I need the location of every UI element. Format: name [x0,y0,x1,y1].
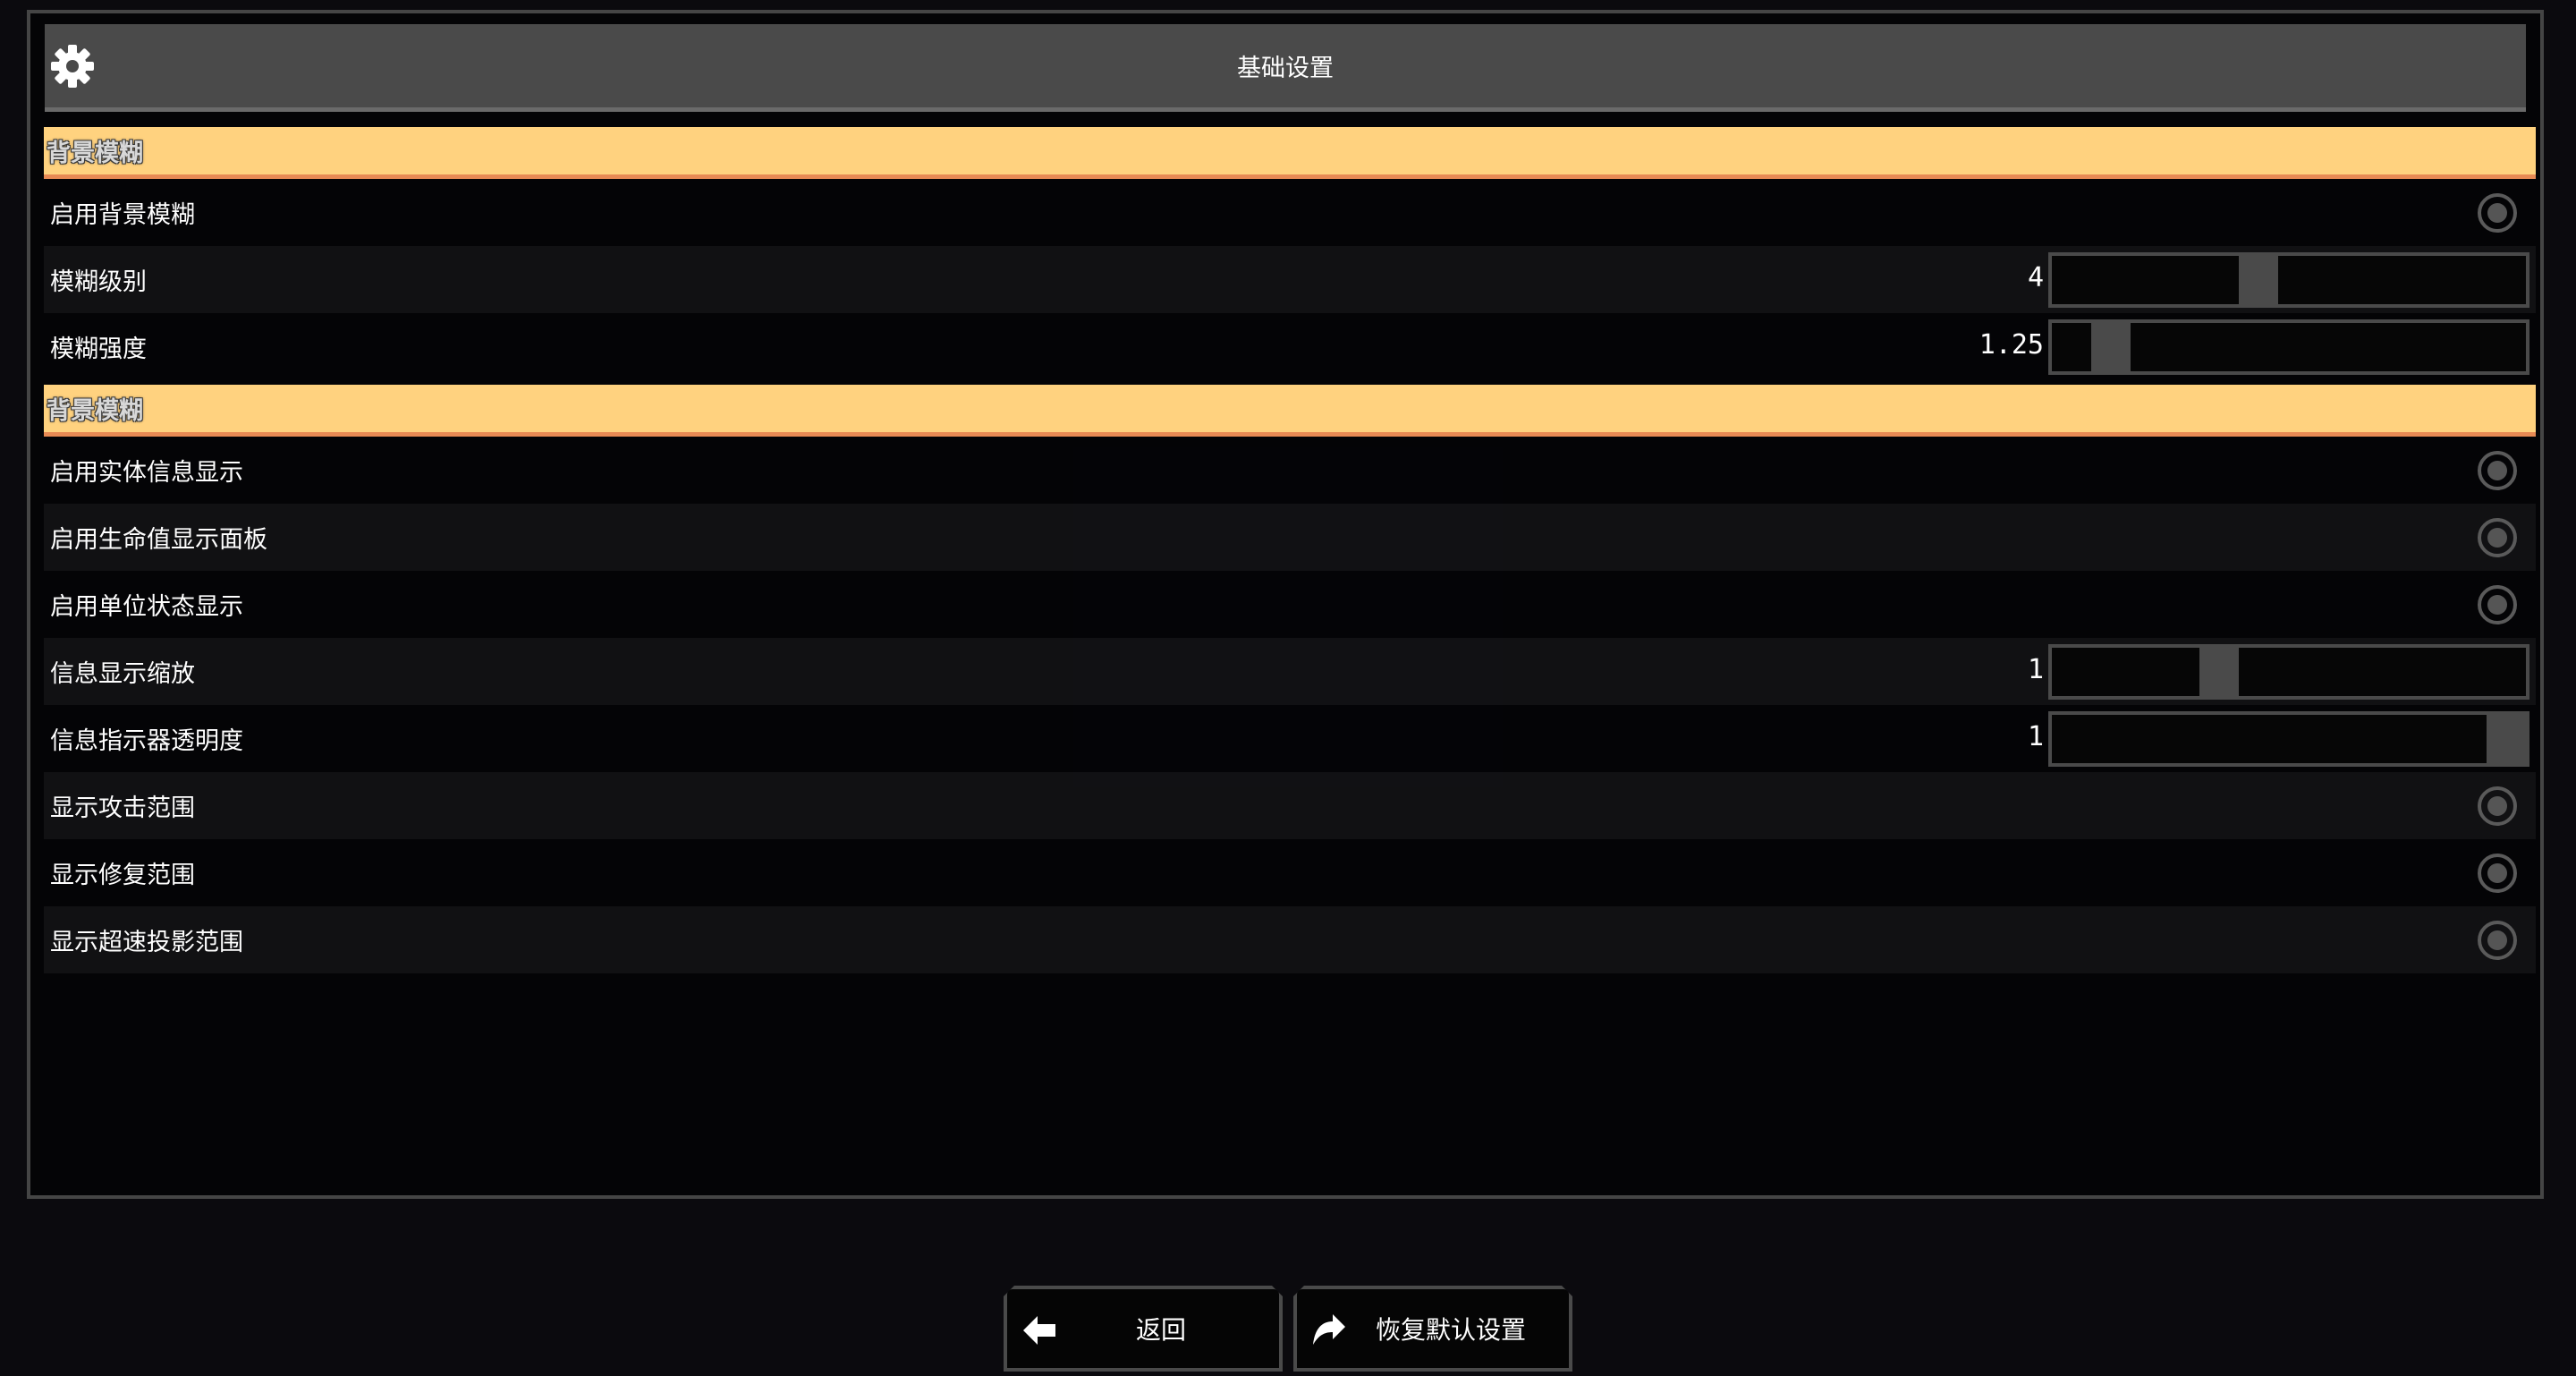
setting-row-indicator-opacity: 信息指示器透明度 1 [44,705,2536,772]
toggle-button[interactable] [2478,786,2517,826]
toggle-button[interactable] [2478,451,2517,490]
settings-header: 基础设置 [45,24,2526,112]
slider-knob[interactable] [2199,648,2239,696]
toggle-button[interactable] [2478,193,2517,233]
toggle-button[interactable] [2478,518,2517,557]
share-arrow-icon [1309,1311,1349,1350]
arrow-left-icon [1020,1311,1059,1350]
slider-value: 1 [2027,654,2044,685]
setting-row-enable-background-blur: 启用背景模糊 [44,179,2536,246]
reset-defaults-button[interactable]: 恢复默认设置 [1293,1286,1572,1372]
setting-row-overdrive-range: 显示超速投影范围 [44,906,2536,973]
toggle-indicator [2487,930,2507,950]
toggle-indicator [2487,528,2507,548]
toggle-indicator [2487,461,2507,480]
setting-row-blur-strength: 模糊强度 1.25 [44,313,2536,380]
toggle-indicator [2487,796,2507,816]
setting-label: 显示攻击范围 [50,794,195,822]
setting-label: 信息指示器透明度 [50,727,243,755]
toggle-button[interactable] [2478,585,2517,624]
setting-row-info-scale: 信息显示缩放 1 [44,638,2536,705]
toggle-indicator [2487,595,2507,615]
toggle-button[interactable] [2478,854,2517,893]
slider-value: 1.25 [1979,329,2044,361]
slider[interactable] [2048,711,2529,767]
setting-label: 模糊级别 [50,268,147,296]
back-button[interactable]: 返回 [1004,1286,1283,1372]
setting-label: 启用背景模糊 [50,201,195,229]
section-header: 背景模糊 [44,385,2536,437]
setting-row-blur-level: 模糊级别 4 [44,246,2536,313]
slider-knob[interactable] [2091,323,2131,371]
setting-label: 启用生命值显示面板 [50,526,267,554]
slider-knob[interactable] [2487,715,2526,763]
setting-label: 启用实体信息显示 [50,459,243,487]
slider[interactable] [2048,644,2529,700]
toggle-button[interactable] [2478,921,2517,960]
section-title: 背景模糊 [47,397,143,425]
setting-row-entity-info: 启用实体信息显示 [44,437,2536,504]
setting-row-repair-range: 显示修复范围 [44,839,2536,906]
slider[interactable] [2048,252,2529,308]
slider-knob[interactable] [2239,256,2278,304]
slider[interactable] [2048,319,2529,375]
toggle-indicator [2487,203,2507,223]
setting-row-health-panel: 启用生命值显示面板 [44,504,2536,571]
gear-icon [51,45,94,88]
setting-row-unit-status: 启用单位状态显示 [44,571,2536,638]
setting-label: 显示超速投影范围 [50,929,243,956]
slider-value: 1 [2027,721,2044,752]
toggle-indicator [2487,863,2507,883]
setting-label: 启用单位状态显示 [50,593,243,621]
setting-label: 显示修复范围 [50,862,195,889]
setting-label: 模糊强度 [50,336,147,363]
setting-row-attack-range: 显示攻击范围 [44,772,2536,839]
setting-label: 信息显示缩放 [50,660,195,688]
settings-panel: 基础设置 背景模糊 启用背景模糊 模糊级别 4 模糊强度 1.25 背景模糊 启… [27,10,2544,1199]
settings-list: 背景模糊 启用背景模糊 模糊级别 4 模糊强度 1.25 背景模糊 启用实体信息… [44,127,2536,973]
section-title: 背景模糊 [47,140,143,167]
section-header: 背景模糊 [44,127,2536,179]
slider-value: 4 [2027,262,2044,293]
page-title: 基础设置 [1237,55,1334,82]
